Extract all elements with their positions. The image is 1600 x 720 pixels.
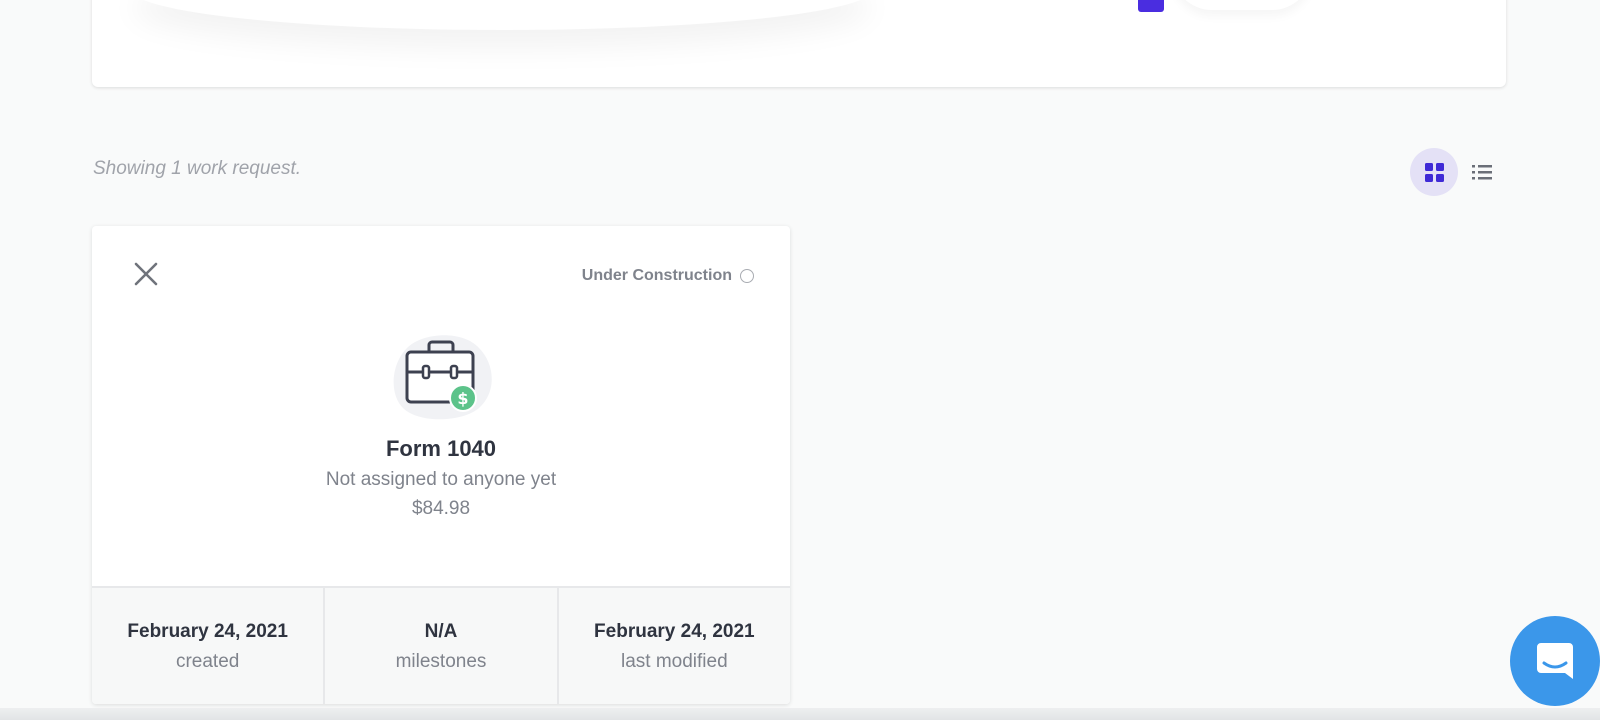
- last-modified-label: last modified: [620, 651, 728, 672]
- bottom-edge: [0, 708, 1600, 720]
- top-panel: [92, 0, 1506, 87]
- work-request-card[interactable]: Under Construction $ Form 1040 Not assig…: [92, 226, 790, 704]
- card-footer: February 24, 2021 created N/A milestones…: [92, 586, 790, 704]
- grid-view-icon: [1424, 162, 1444, 182]
- svg-text:$: $: [457, 389, 468, 408]
- briefcase-dollar-icon: $: [385, 328, 497, 424]
- milestones-label: milestones: [395, 651, 487, 672]
- decorative-accent: [1138, 0, 1164, 12]
- grid-view-button[interactable]: [1410, 148, 1458, 196]
- milestones-value: N/A: [424, 621, 458, 642]
- decorative-curve: [1172, 0, 1312, 10]
- results-count: Showing 1 work request.: [93, 158, 302, 179]
- list-view-button[interactable]: [1458, 148, 1506, 196]
- list-view-icon: [1472, 165, 1492, 180]
- status-label: Under Construction: [581, 267, 732, 284]
- status-indicator[interactable]: Under Construction: [582, 267, 754, 285]
- last-modified-date: February 24, 2021: [594, 621, 755, 642]
- close-button[interactable]: [132, 260, 160, 288]
- created-date: February 24, 2021: [127, 621, 288, 642]
- created-label: created: [175, 651, 240, 672]
- chat-launcher-button[interactable]: [1510, 616, 1600, 706]
- status-radio[interactable]: [740, 269, 754, 283]
- card-price: $84.98: [411, 498, 471, 519]
- footer-last-modified: February 24, 2021 last modified: [559, 588, 790, 704]
- card-assignee: Not assigned to anyone yet: [325, 469, 557, 490]
- chat-icon: [1537, 643, 1573, 679]
- card-title[interactable]: Form 1040: [92, 436, 790, 462]
- footer-created: February 24, 2021 created: [92, 588, 326, 704]
- footer-milestones: N/A milestones: [325, 588, 559, 704]
- close-icon: [134, 262, 158, 286]
- decorative-shadow: [132, 0, 872, 30]
